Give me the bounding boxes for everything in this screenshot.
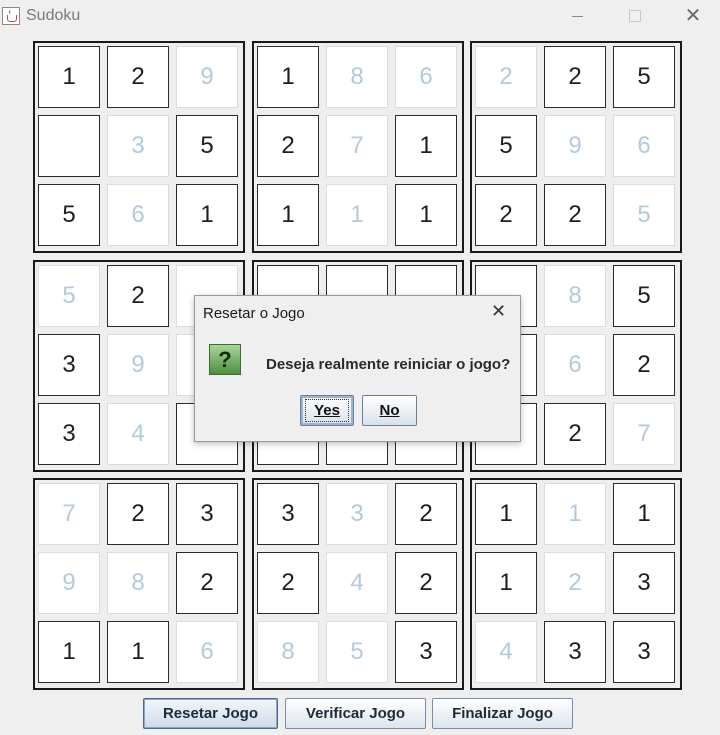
sudoku-block: 12935561 [33, 41, 245, 253]
reset-game-button[interactable]: Resetar Jogo [143, 698, 278, 729]
sudoku-cell[interactable]: 4 [107, 403, 169, 465]
sudoku-cell[interactable]: 2 [544, 46, 606, 108]
sudoku-cell[interactable]: 3 [38, 334, 100, 396]
sudoku-cell[interactable]: 7 [613, 403, 675, 465]
sudoku-cell[interactable]: 1 [613, 483, 675, 545]
sudoku-cell[interactable]: 1 [107, 621, 169, 683]
sudoku-cell[interactable]: 6 [544, 334, 606, 396]
sudoku-cell[interactable] [38, 115, 100, 177]
sudoku-cell[interactable]: 1 [475, 552, 537, 614]
java-app-icon [2, 7, 20, 25]
sudoku-cell[interactable]: 2 [544, 184, 606, 246]
sudoku-cell[interactable]: 8 [107, 552, 169, 614]
sudoku-cell[interactable]: 3 [326, 483, 388, 545]
close-icon[interactable]: ✕ [676, 4, 710, 28]
sudoku-cell[interactable]: 7 [326, 115, 388, 177]
no-button[interactable]: No [362, 395, 417, 426]
sudoku-cell[interactable]: 2 [107, 46, 169, 108]
sudoku-cell[interactable]: 1 [38, 621, 100, 683]
sudoku-cell[interactable]: 3 [176, 483, 238, 545]
sudoku-cell[interactable]: 2 [176, 552, 238, 614]
sudoku-cell[interactable]: 1 [544, 483, 606, 545]
sudoku-cell[interactable]: 1 [395, 184, 457, 246]
question-icon: ? [209, 344, 241, 375]
sudoku-cell[interactable]: 9 [176, 46, 238, 108]
sudoku-block: 225596225 [470, 41, 682, 253]
sudoku-block: 111123433 [470, 478, 682, 690]
sudoku-cell[interactable]: 9 [544, 115, 606, 177]
sudoku-cell[interactable]: 5 [613, 265, 675, 327]
sudoku-cell[interactable]: 5 [326, 621, 388, 683]
sudoku-cell[interactable]: 2 [257, 115, 319, 177]
sudoku-cell[interactable]: 6 [613, 115, 675, 177]
sudoku-cell[interactable]: 5 [38, 265, 100, 327]
sudoku-cell[interactable]: 2 [107, 483, 169, 545]
focus-ring [305, 399, 349, 422]
minimize-icon[interactable] [560, 4, 594, 28]
verify-game-button[interactable]: Verificar Jogo [285, 698, 426, 729]
sudoku-cell[interactable]: 3 [257, 483, 319, 545]
sudoku-cell[interactable]: 4 [475, 621, 537, 683]
sudoku-cell[interactable]: 7 [38, 483, 100, 545]
sudoku-cell[interactable]: 3 [107, 115, 169, 177]
sudoku-cell[interactable]: 1 [38, 46, 100, 108]
finish-game-button[interactable]: Finalizar Jogo [432, 698, 573, 729]
sudoku-cell[interactable]: 6 [395, 46, 457, 108]
sudoku-cell[interactable]: 2 [613, 334, 675, 396]
sudoku-cell[interactable]: 5 [613, 46, 675, 108]
sudoku-cell[interactable]: 2 [395, 483, 457, 545]
dialog-close-icon[interactable]: ✕ [491, 301, 506, 322]
title-bar: Sudoku ✕ [0, 0, 720, 33]
sudoku-cell[interactable]: 5 [613, 184, 675, 246]
maximize-icon[interactable] [618, 4, 652, 28]
sudoku-cell[interactable]: 3 [38, 403, 100, 465]
sudoku-cell[interactable]: 3 [544, 621, 606, 683]
sudoku-block: 332242853 [252, 478, 464, 690]
sudoku-cell[interactable]: 1 [475, 483, 537, 545]
window-title: Sudoku [26, 7, 81, 24]
reset-confirm-dialog: Resetar o Jogo ✕ ? Deseja realmente rein… [194, 295, 521, 442]
sudoku-cell[interactable]: 2 [395, 552, 457, 614]
sudoku-cell[interactable]: 9 [107, 334, 169, 396]
sudoku-block: 723982116 [33, 478, 245, 690]
sudoku-cell[interactable]: 1 [257, 46, 319, 108]
yes-button[interactable]: Yes [300, 395, 354, 426]
sudoku-cell[interactable]: 1 [176, 184, 238, 246]
sudoku-cell[interactable]: 5 [176, 115, 238, 177]
sudoku-cell[interactable]: 2 [475, 184, 537, 246]
sudoku-cell[interactable]: 2 [475, 46, 537, 108]
sudoku-cell[interactable]: 1 [326, 184, 388, 246]
sudoku-cell[interactable]: 3 [613, 621, 675, 683]
sudoku-cell[interactable]: 3 [395, 621, 457, 683]
sudoku-cell[interactable]: 6 [107, 184, 169, 246]
sudoku-cell[interactable]: 2 [544, 552, 606, 614]
sudoku-cell[interactable]: 6 [176, 621, 238, 683]
sudoku-cell[interactable]: 3 [613, 552, 675, 614]
sudoku-cell[interactable]: 2 [107, 265, 169, 327]
sudoku-cell[interactable]: 2 [544, 403, 606, 465]
sudoku-cell[interactable]: 5 [38, 184, 100, 246]
sudoku-block: 186271111 [252, 41, 464, 253]
sudoku-cell[interactable]: 8 [544, 265, 606, 327]
sudoku-cell[interactable]: 9 [38, 552, 100, 614]
dialog-title: Resetar o Jogo [203, 305, 305, 322]
sudoku-cell[interactable]: 2 [257, 552, 319, 614]
sudoku-cell[interactable]: 1 [395, 115, 457, 177]
dialog-message: Deseja realmente reiniciar o jogo? [266, 356, 511, 373]
sudoku-cell[interactable]: 1 [257, 184, 319, 246]
sudoku-cell[interactable]: 8 [257, 621, 319, 683]
sudoku-cell[interactable]: 4 [326, 552, 388, 614]
sudoku-cell[interactable]: 5 [475, 115, 537, 177]
sudoku-cell[interactable]: 8 [326, 46, 388, 108]
